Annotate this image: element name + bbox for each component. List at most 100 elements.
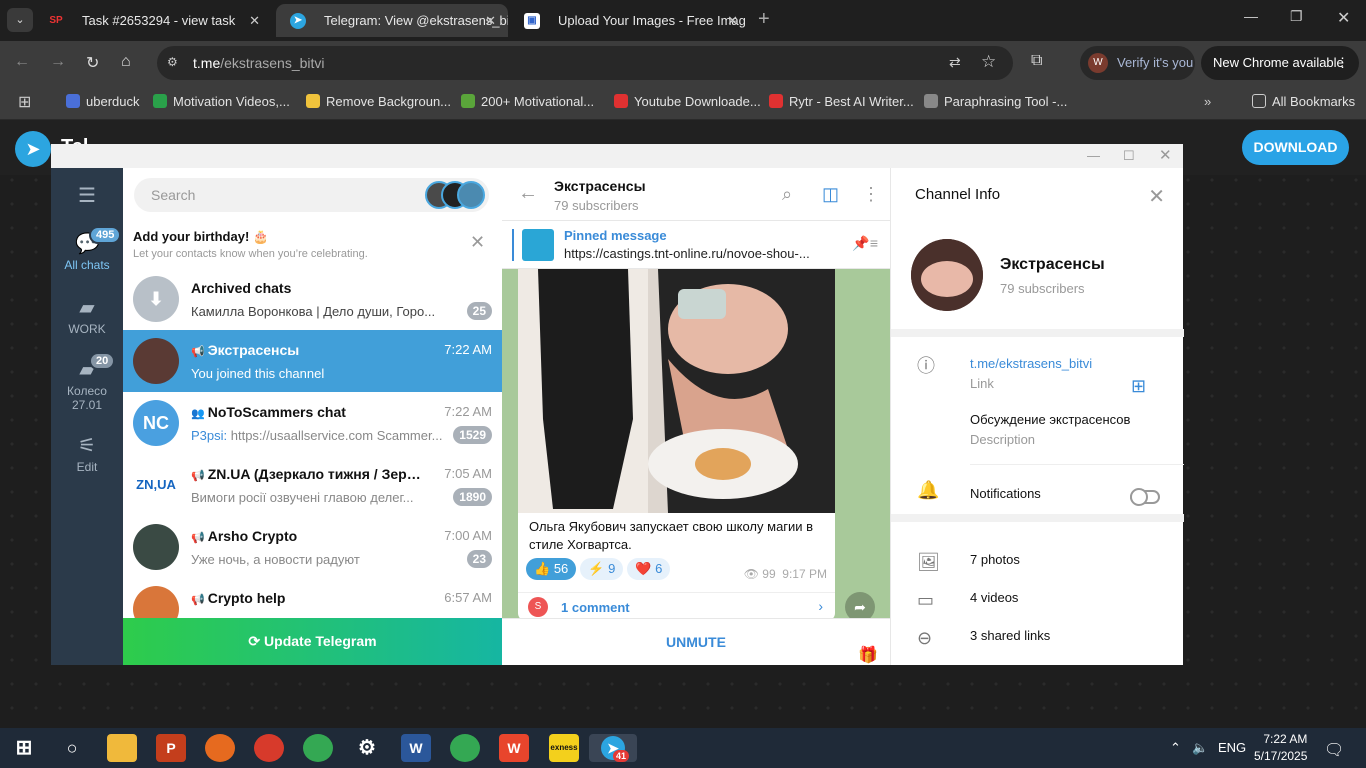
windows-start-icon[interactable]: ⊞ <box>9 734 39 762</box>
chrome-icon[interactable] <box>303 734 333 762</box>
panel-title: Channel Info <box>915 186 1001 203</box>
bookmark-200-motivational[interactable]: 200+ Motivational... <box>461 92 594 112</box>
tab-task[interactable]: SP Task #2653294 - view task ✕ <box>34 4 272 37</box>
tab-upload-images[interactable]: ▣ Upload Your Images - Free Imag ✕ <box>510 4 750 37</box>
reaction-lightning[interactable]: ⚡ 9 <box>580 558 624 580</box>
kebab-menu-icon[interactable]: ⋮ <box>1336 46 1349 80</box>
folder-edit[interactable]: ⚟ Edit <box>51 436 123 474</box>
gift-icon[interactable]: 🎁 <box>858 633 878 665</box>
channel-link[interactable]: t.me/ekstrasens_bitvi <box>970 356 1092 371</box>
close-window-icon[interactable]: ✕ <box>1337 8 1350 28</box>
settings-gear-icon[interactable]: ⚙ <box>352 734 382 762</box>
bookmark-rytr[interactable]: Rytr - Best AI Writer... <box>769 92 914 112</box>
unmute-button[interactable]: UNMUTE 🎁 <box>502 618 890 665</box>
search-circle-icon[interactable]: ○ <box>57 734 87 762</box>
notifications-toggle[interactable] <box>1130 488 1160 506</box>
word-icon[interactable]: W <box>401 734 431 762</box>
site-info-icon[interactable]: ⚙ <box>167 55 183 71</box>
close-tab-icon[interactable]: ✕ <box>727 4 738 37</box>
close-tab-icon[interactable]: ✕ <box>485 4 496 37</box>
search-input[interactable]: Search <box>134 178 489 212</box>
post-time: 9:17 PM <box>782 567 827 581</box>
bookmark-star-icon[interactable]: ☆ <box>981 52 996 72</box>
minimize-icon[interactable]: — <box>1087 148 1100 163</box>
folder-work[interactable]: ▰ WORK <box>51 298 123 336</box>
wps-icon[interactable]: W <box>499 734 529 762</box>
folder-kolo[interactable]: ▰ 20 Колесо 27.01 <box>51 352 123 412</box>
tab-title: Upload Your Images - Free Imag <box>558 13 746 28</box>
bookmark-paraphrasing[interactable]: Paraphrasing Tool -... <box>924 92 1067 112</box>
channel-description: Обсуждение экстрасенсов <box>970 412 1131 427</box>
telegram-logo-icon[interactable]: ➤ <box>15 131 51 167</box>
pinned-message-bar[interactable]: Pinned message https://castings.tnt-onli… <box>502 221 890 269</box>
telegram-taskbar-icon[interactable]: ➤ 41 <box>589 734 637 762</box>
translate-icon[interactable]: ⇄ <box>949 54 961 71</box>
new-tab-button[interactable]: + <box>758 8 770 31</box>
powerpoint-icon[interactable]: P <box>156 734 186 762</box>
back-arrow-icon[interactable]: ← <box>14 53 30 71</box>
chat-row-arsho-crypto[interactable]: 📢 Arsho Crypto 7:00 AM Уже ночь, а новост… <box>123 516 502 578</box>
bookmark-youtube-downloader[interactable]: Youtube Downloade... <box>614 92 761 112</box>
tab-search-button[interactable]: ⌄ <box>7 8 33 32</box>
pin-list-icon[interactable]: 📌≡ <box>852 235 878 252</box>
reaction-thumbs-up[interactable]: 👍 56 <box>526 558 577 580</box>
post-photo[interactable] <box>518 269 835 513</box>
close-tab-icon[interactable]: ✕ <box>249 4 260 37</box>
download-button[interactable]: DOWNLOAD <box>1242 130 1349 165</box>
chrome-icon-2[interactable] <box>450 734 480 762</box>
bookmark-remove-bg[interactable]: Remove Backgroun... <box>306 92 451 112</box>
restore-icon[interactable]: ❐ <box>1290 8 1303 25</box>
pinned-label: Pinned message <box>564 228 667 243</box>
videos-count: 4 videos <box>970 590 1019 605</box>
stories-avatars[interactable] <box>425 181 485 209</box>
update-telegram-button[interactable]: ⟳ Update Telegram <box>123 618 502 665</box>
notifications-icon[interactable]: 🗨 <box>1324 740 1344 760</box>
tab-telegram[interactable]: ➤ Telegram: View @ekstrasens_bi ✕ <box>276 4 508 37</box>
bookmark-uberduck[interactable]: uberduck <box>66 92 139 112</box>
more-options-icon[interactable]: ⋮ <box>862 184 880 205</box>
url-bar[interactable]: ⚙ t.me/ekstrasens_bitvi ⇄ ☆ <box>157 46 1013 80</box>
reload-icon[interactable]: ↻ <box>86 53 99 73</box>
tray-chevron-icon[interactable]: ⌃ <box>1170 740 1181 756</box>
clock[interactable]: 7:22 AM 5/17/2025 <box>1254 731 1307 765</box>
qr-code-icon[interactable]: ⊞ <box>1131 376 1146 397</box>
chat-row-znua[interactable]: ZN,UA 📢ZN.UA (Дзеркало тижня / Зеркало..… <box>123 454 502 516</box>
birthday-banner[interactable]: Add your birthday! 🎂 Let your contacts k… <box>123 220 502 268</box>
search-icon[interactable]: ⌕ <box>782 184 792 205</box>
close-panel-icon[interactable]: ✕ <box>1148 184 1165 209</box>
unread-badge: 20 <box>89 352 116 370</box>
speaker-icon[interactable]: 🔈 <box>1192 740 1208 756</box>
menu-button[interactable]: ☰ <box>51 186 123 210</box>
chat-row-notoscammers[interactable]: NC 👥 NoToScammers chat 7:22 AM P3psi: htt… <box>123 392 502 454</box>
file-explorer-icon[interactable] <box>107 734 137 762</box>
language-indicator[interactable]: ENG <box>1218 740 1246 755</box>
reaction-heart[interactable]: ❤️ 6 <box>627 558 671 580</box>
bookmark-motivation[interactable]: Motivation Videos,... <box>153 92 290 112</box>
folder-all-chats[interactable]: 💬 495 All chats <box>51 226 123 272</box>
verify-profile-button[interactable]: W Verify it's you <box>1080 46 1195 80</box>
more-bookmarks-icon[interactable]: » <box>1204 92 1211 112</box>
sp-favicon-icon: SP <box>49 15 63 26</box>
new-chrome-button[interactable]: New Chrome available ⋮ <box>1201 46 1359 80</box>
home-icon[interactable]: ⌂ <box>121 53 131 71</box>
exness-icon[interactable]: exness <box>549 734 579 762</box>
extensions-icon[interactable]: ⧉ <box>1031 52 1042 70</box>
firefox-icon[interactable] <box>205 734 235 762</box>
close-icon[interactable]: ✕ <box>1159 146 1172 164</box>
minimize-icon[interactable]: — <box>1244 8 1258 24</box>
chrome-profile-icon[interactable] <box>254 734 284 762</box>
chat-row-archived[interactable]: ⬇ Archived chats Камилла Воронкова | Дел… <box>123 268 502 330</box>
sidebar-toggle-icon[interactable]: ◫ <box>822 184 839 205</box>
all-bookmarks[interactable]: All Bookmarks <box>1252 92 1355 112</box>
back-arrow-icon[interactable]: ← <box>518 182 538 205</box>
chat-row-ekstrasensy[interactable]: 📢 Экстрасенсы 7:22 AM You joined this cha… <box>123 330 502 392</box>
maximize-icon[interactable]: ☐ <box>1123 148 1135 164</box>
comments-button[interactable]: S 1 comment › <box>518 592 835 621</box>
chat-preview: Камилла Воронкова | Дело души, Горо... <box>191 304 436 319</box>
channel-avatar[interactable] <box>911 239 983 311</box>
close-banner-icon[interactable]: ✕ <box>470 232 485 253</box>
apps-grid-icon[interactable]: ⊞ <box>18 92 31 112</box>
unread-count: 25 <box>466 302 492 320</box>
forward-arrow-icon[interactable]: → <box>50 53 66 71</box>
channel-title[interactable]: Экстрасенсы <box>554 178 646 194</box>
